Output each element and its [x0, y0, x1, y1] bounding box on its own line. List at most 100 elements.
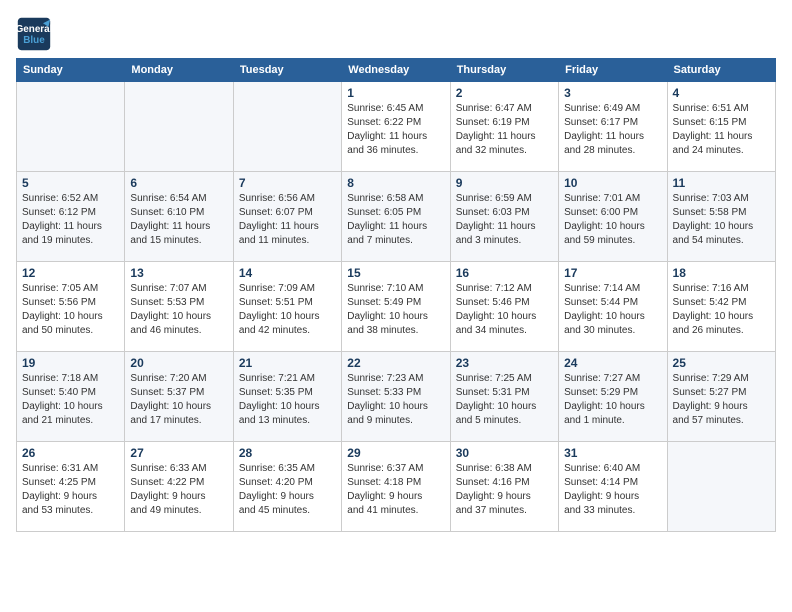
calendar-cell: 9Sunrise: 6:59 AM Sunset: 6:03 PM Daylig… [450, 172, 558, 262]
calendar-cell [125, 82, 233, 172]
day-number: 18 [673, 266, 770, 280]
day-number: 23 [456, 356, 553, 370]
day-info: Sunrise: 6:54 AM Sunset: 6:10 PM Dayligh… [130, 192, 227, 248]
day-number: 6 [130, 176, 227, 190]
calendar-cell: 10 Sunrise: 7:01 AM Sunset: 6:00 PM Dayli… [559, 172, 667, 262]
day-number: 4 [673, 86, 770, 100]
calendar-cell: 5 Sunrise: 6:52 AM Sunset: 6:12 PM Daylig… [17, 172, 125, 262]
calendar-cell: 14 Sunrise: 7:09 AM Sunset: 5:51 PM Dayli… [233, 262, 341, 352]
day-number: 8 [347, 176, 444, 190]
day-info: Sunrise: 7:23 AM Sunset: 5:33 PM Dayligh… [347, 372, 444, 428]
calendar-cell: 16 Sunrise: 7:12 AM Sunset: 5:46 PM Dayli… [450, 262, 558, 352]
calendar-cell: 1 Sunrise: 6:45 AM Sunset: 6:22 PM Daylig… [342, 82, 450, 172]
day-number: 10 [564, 176, 661, 190]
calendar-cell: 25 Sunrise: 7:29 AM Sunset: 5:27 PM Dayli… [667, 352, 775, 442]
day-info: Sunrise: 7:21 AM Sunset: 5:35 PM Dayligh… [239, 372, 336, 428]
day-info: Sunrise: 7:07 AM Sunset: 5:53 PM Dayligh… [130, 282, 227, 338]
calendar-cell: 6 Sunrise: 6:54 AM Sunset: 6:10 PM Daylig… [125, 172, 233, 262]
day-info: Sunrise: 7:03 AM Sunset: 5:58 PM Dayligh… [673, 192, 770, 248]
svg-text:General: General [16, 24, 52, 35]
day-number: 11 [673, 176, 770, 190]
calendar-cell: 2Sunrise: 6:47 AM Sunset: 6:19 PM Daylig… [450, 82, 558, 172]
day-number: 16 [456, 266, 553, 280]
calendar-cell: 4 Sunrise: 6:51 AM Sunset: 6:15 PM Daylig… [667, 82, 775, 172]
weekday-header: Sunday [17, 59, 125, 82]
calendar-cell: 3 Sunrise: 6:49 AM Sunset: 6:17 PM Daylig… [559, 82, 667, 172]
calendar-cell [17, 82, 125, 172]
day-info: Sunrise: 6:49 AM Sunset: 6:17 PM Dayligh… [564, 102, 661, 158]
day-info: Sunrise: 6:45 AM Sunset: 6:22 PM Dayligh… [347, 102, 444, 158]
day-number: 26 [22, 446, 119, 460]
day-number: 21 [239, 356, 336, 370]
calendar-cell: 26 Sunrise: 6:31 AM Sunset: 4:25 PM Dayli… [17, 442, 125, 532]
day-info: Sunrise: 7:05 AM Sunset: 5:56 PM Dayligh… [22, 282, 119, 338]
day-info: Sunrise: 6:33 AM Sunset: 4:22 PM Dayligh… [130, 462, 227, 518]
day-info: Sunrise: 6:52 AM Sunset: 6:12 PM Dayligh… [22, 192, 119, 248]
day-number: 15 [347, 266, 444, 280]
day-info: Sunrise: 6:35 AM Sunset: 4:20 PM Dayligh… [239, 462, 336, 518]
day-number: 31 [564, 446, 661, 460]
calendar-cell: 7Sunrise: 6:56 AM Sunset: 6:07 PM Daylig… [233, 172, 341, 262]
calendar-body: 1 Sunrise: 6:45 AM Sunset: 6:22 PM Daylig… [17, 82, 776, 532]
day-number: 29 [347, 446, 444, 460]
day-info: Sunrise: 7:16 AM Sunset: 5:42 PM Dayligh… [673, 282, 770, 338]
day-number: 1 [347, 86, 444, 100]
day-info: Sunrise: 6:38 AM Sunset: 4:16 PM Dayligh… [456, 462, 553, 518]
day-info: Sunrise: 7:01 AM Sunset: 6:00 PM Dayligh… [564, 192, 661, 248]
day-info: Sunrise: 7:12 AM Sunset: 5:46 PM Dayligh… [456, 282, 553, 338]
weekday-header: Thursday [450, 59, 558, 82]
day-number: 5 [22, 176, 119, 190]
calendar-cell: 15 Sunrise: 7:10 AM Sunset: 5:49 PM Dayli… [342, 262, 450, 352]
day-info: Sunrise: 7:10 AM Sunset: 5:49 PM Dayligh… [347, 282, 444, 338]
svg-text:Blue: Blue [23, 35, 45, 46]
calendar-header: SundayMondayTuesdayWednesdayThursdayFrid… [17, 59, 776, 82]
page-header: General Blue [16, 16, 776, 52]
day-info: Sunrise: 7:25 AM Sunset: 5:31 PM Dayligh… [456, 372, 553, 428]
calendar-cell: 13 Sunrise: 7:07 AM Sunset: 5:53 PM Dayli… [125, 262, 233, 352]
day-info: Sunrise: 6:47 AM Sunset: 6:19 PM Dayligh… [456, 102, 553, 158]
day-number: 19 [22, 356, 119, 370]
day-number: 30 [456, 446, 553, 460]
day-number: 25 [673, 356, 770, 370]
day-number: 13 [130, 266, 227, 280]
calendar-cell: 21 Sunrise: 7:21 AM Sunset: 5:35 PM Dayli… [233, 352, 341, 442]
calendar-cell: 28 Sunrise: 6:35 AM Sunset: 4:20 PM Dayli… [233, 442, 341, 532]
day-number: 14 [239, 266, 336, 280]
weekday-header: Friday [559, 59, 667, 82]
day-info: Sunrise: 7:20 AM Sunset: 5:37 PM Dayligh… [130, 372, 227, 428]
weekday-header: Saturday [667, 59, 775, 82]
logo: General Blue [16, 16, 52, 52]
day-number: 17 [564, 266, 661, 280]
day-info: Sunrise: 7:09 AM Sunset: 5:51 PM Dayligh… [239, 282, 336, 338]
day-number: 22 [347, 356, 444, 370]
calendar-cell: 20 Sunrise: 7:20 AM Sunset: 5:37 PM Dayli… [125, 352, 233, 442]
weekday-header: Wednesday [342, 59, 450, 82]
day-info: Sunrise: 6:40 AM Sunset: 4:14 PM Dayligh… [564, 462, 661, 518]
day-info: Sunrise: 7:29 AM Sunset: 5:27 PM Dayligh… [673, 372, 770, 428]
calendar-cell: 19 Sunrise: 7:18 AM Sunset: 5:40 PM Dayli… [17, 352, 125, 442]
day-number: 12 [22, 266, 119, 280]
day-number: 27 [130, 446, 227, 460]
calendar-cell: 27 Sunrise: 6:33 AM Sunset: 4:22 PM Dayli… [125, 442, 233, 532]
calendar-cell: 31 Sunrise: 6:40 AM Sunset: 4:14 PM Dayli… [559, 442, 667, 532]
logo-icon: General Blue [16, 16, 52, 52]
day-number: 24 [564, 356, 661, 370]
day-info: Sunrise: 6:31 AM Sunset: 4:25 PM Dayligh… [22, 462, 119, 518]
day-info: Sunrise: 6:59 AM Sunset: 6:03 PM Dayligh… [456, 192, 553, 248]
weekday-header: Tuesday [233, 59, 341, 82]
day-info: Sunrise: 7:14 AM Sunset: 5:44 PM Dayligh… [564, 282, 661, 338]
calendar-cell: 22 Sunrise: 7:23 AM Sunset: 5:33 PM Dayli… [342, 352, 450, 442]
day-number: 20 [130, 356, 227, 370]
calendar-cell: 30 Sunrise: 6:38 AM Sunset: 4:16 PM Dayli… [450, 442, 558, 532]
day-info: Sunrise: 7:18 AM Sunset: 5:40 PM Dayligh… [22, 372, 119, 428]
day-number: 3 [564, 86, 661, 100]
calendar-cell: 11 Sunrise: 7:03 AM Sunset: 5:58 PM Dayli… [667, 172, 775, 262]
calendar-cell: 29 Sunrise: 6:37 AM Sunset: 4:18 PM Dayli… [342, 442, 450, 532]
day-number: 7 [239, 176, 336, 190]
calendar-cell [233, 82, 341, 172]
day-number: 28 [239, 446, 336, 460]
day-info: Sunrise: 6:37 AM Sunset: 4:18 PM Dayligh… [347, 462, 444, 518]
day-info: Sunrise: 6:51 AM Sunset: 6:15 PM Dayligh… [673, 102, 770, 158]
day-info: Sunrise: 7:27 AM Sunset: 5:29 PM Dayligh… [564, 372, 661, 428]
calendar-cell: 17 Sunrise: 7:14 AM Sunset: 5:44 PM Dayli… [559, 262, 667, 352]
